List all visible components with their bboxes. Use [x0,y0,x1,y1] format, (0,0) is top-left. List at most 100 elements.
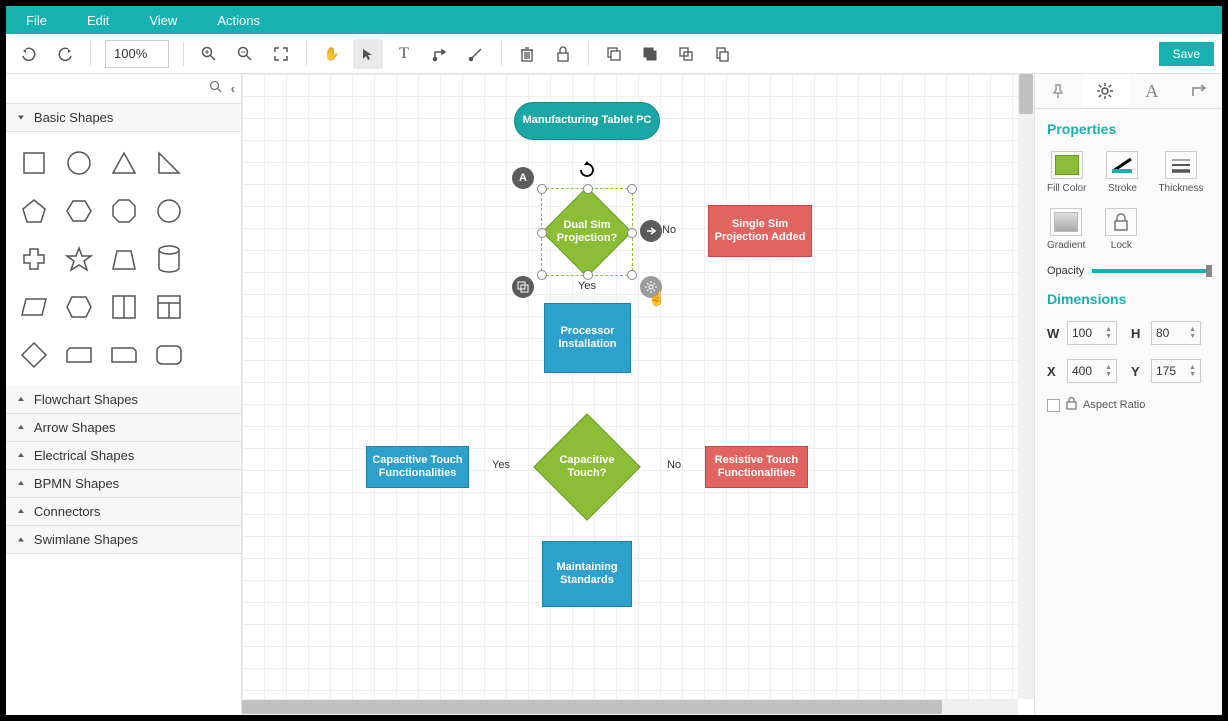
tab-pin[interactable] [1035,74,1082,108]
shape-cylinder[interactable] [151,242,186,276]
resize-handle-ne[interactable] [627,184,637,194]
y-input[interactable]: 175▲▼ [1151,359,1201,383]
resize-handle-w[interactable] [537,228,547,238]
paste-button[interactable] [707,39,737,69]
palette-section-swimlane[interactable]: ▲Swimlane Shapes [6,526,241,554]
menu-file[interactable]: File [26,13,47,28]
menu-actions[interactable]: Actions [217,13,260,28]
shape-decagon[interactable] [151,194,186,228]
shape-parallelogram[interactable] [16,290,51,324]
scroll-thumb[interactable] [1019,74,1033,114]
spinner-icon[interactable]: ▲▼ [1105,326,1112,340]
scroll-thumb[interactable] [242,700,942,714]
shape-rounded-rect[interactable] [151,338,186,372]
node-singlesim[interactable]: Single Sim Projection Added [708,205,812,257]
shape-hexagon2[interactable] [61,290,96,324]
delete-button[interactable] [512,39,542,69]
shape-card2[interactable] [106,338,141,372]
palette-section-flowchart[interactable]: ▲Flowchart Shapes [6,386,241,414]
node-maintain[interactable]: Maintaining Standards [542,541,632,607]
node-action-settings[interactable] [640,276,662,298]
ungroup-button[interactable] [635,39,665,69]
shape-cross[interactable] [16,242,51,276]
lock-button[interactable] [548,39,578,69]
save-button[interactable]: Save [1159,42,1214,66]
resize-handle-se[interactable] [627,270,637,280]
zoom-input[interactable]: 100% [105,40,169,68]
node-capfunc[interactable]: Capacitive Touch Functionalities [366,446,469,488]
resize-handle-n[interactable] [583,184,593,194]
aspect-ratio-row[interactable]: Aspect Ratio [1047,397,1210,413]
shape-right-triangle[interactable] [151,146,186,180]
tab-text[interactable]: A [1129,74,1176,108]
shape-octagon[interactable] [106,194,141,228]
spinner-icon[interactable]: ▲▼ [1189,326,1196,340]
shape-table-header[interactable] [151,290,186,324]
shape-star[interactable] [61,242,96,276]
pan-button[interactable]: ✋ [317,39,347,69]
thickness-swatch[interactable] [1165,151,1197,179]
orthogonal-connector-button[interactable] [425,39,455,69]
shape-diamond[interactable] [16,338,51,372]
shape-circle[interactable] [61,146,96,180]
zoom-out-button[interactable] [230,39,260,69]
thickness-property[interactable]: Thickness [1158,151,1203,194]
straight-connector-button[interactable] [461,39,491,69]
node-resfunc[interactable]: Resistive Touch Functionalities [705,446,808,488]
node-captouch[interactable]: Capacitive Touch? [533,413,640,520]
node-start[interactable]: Manufacturing Tablet PC [514,102,660,140]
diagram-canvas[interactable]: No Yes Yes No Manufacturing Tablet PC Du… [242,74,1018,699]
shape-pentagon[interactable] [16,194,51,228]
node-dualsim[interactable]: Dual Sim Projection? [542,187,633,278]
palette-section-electrical[interactable]: ▲Electrical Shapes [6,442,241,470]
shape-rect[interactable] [16,146,51,180]
gradient-property[interactable]: Gradient [1047,208,1085,251]
undo-button[interactable] [14,39,44,69]
collapse-palette-icon[interactable]: ‹ [231,81,235,96]
zoom-in-button[interactable] [194,39,224,69]
node-action-annotate[interactable]: A [512,167,534,189]
select-button[interactable] [353,39,383,69]
opacity-slider[interactable]: Opacity [1047,265,1210,277]
node-action-copy[interactable] [512,276,534,298]
palette-section-connectors[interactable]: ▲Connectors [6,498,241,526]
copy-button[interactable] [671,39,701,69]
lock-property[interactable]: Lock [1105,208,1137,251]
slider-track[interactable] [1092,269,1210,273]
shape-triangle[interactable] [106,146,141,180]
tab-arrange[interactable] [1175,74,1222,108]
redo-button[interactable] [50,39,80,69]
width-input[interactable]: 100▲▼ [1067,321,1117,345]
shape-card1[interactable] [61,338,96,372]
spinner-icon[interactable]: ▲▼ [1105,364,1112,378]
fit-button[interactable] [266,39,296,69]
stroke-property[interactable]: Stroke [1106,151,1138,194]
spinner-icon[interactable]: ▲▼ [1189,364,1196,378]
rotate-handle[interactable] [577,160,597,180]
resize-handle-sw[interactable] [537,270,547,280]
lock-swatch[interactable] [1105,208,1137,236]
node-processor[interactable]: Processor Installation [544,303,631,373]
search-icon[interactable] [209,80,223,97]
fill-color-swatch[interactable] [1051,151,1083,179]
shape-hexagon[interactable] [61,194,96,228]
text-tool-button[interactable]: T [389,39,419,69]
shape-table-2col[interactable] [106,290,141,324]
palette-section-basic[interactable]: ▼ Basic Shapes [6,104,241,132]
slider-knob[interactable] [1206,265,1212,277]
resize-handle-nw[interactable] [537,184,547,194]
palette-section-bpmn[interactable]: ▲BPMN Shapes [6,470,241,498]
resize-handle-s[interactable] [583,270,593,280]
fill-color-property[interactable]: Fill Color [1047,151,1086,194]
aspect-checkbox[interactable] [1047,399,1060,412]
shape-trapezoid[interactable] [106,242,141,276]
palette-section-arrow[interactable]: ▲Arrow Shapes [6,414,241,442]
height-input[interactable]: 80▲▼ [1151,321,1201,345]
x-input[interactable]: 400▲▼ [1067,359,1117,383]
menu-edit[interactable]: Edit [87,13,109,28]
stroke-swatch[interactable] [1106,151,1138,179]
group-button[interactable] [599,39,629,69]
vertical-scrollbar[interactable] [1018,74,1034,699]
menu-view[interactable]: View [149,13,177,28]
horizontal-scrollbar[interactable] [242,699,1018,715]
